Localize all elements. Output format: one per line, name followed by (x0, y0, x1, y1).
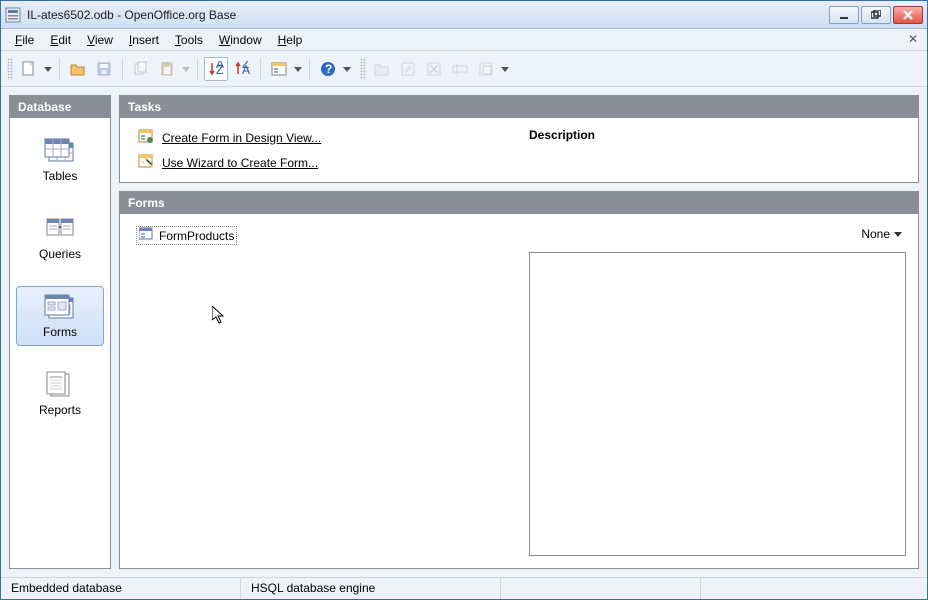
app-window: IL-ates6502.odb - OpenOffice.org Base Fi… (0, 0, 928, 600)
forms-list[interactable]: FormProducts (120, 214, 529, 568)
task-link-label: Create Form in Design View... (162, 131, 321, 145)
menubar: File Edit View Insert Tools Window Help … (1, 29, 927, 51)
titlebar: IL-ates6502.odb - OpenOffice.org Base (1, 1, 927, 29)
tasks-heading: Tasks (120, 96, 918, 118)
menu-insert[interactable]: Insert (121, 31, 167, 49)
separator (122, 58, 123, 80)
menu-tools[interactable]: Tools (167, 31, 211, 49)
separator (309, 58, 310, 80)
separator (260, 58, 261, 80)
svg-text:?: ? (325, 62, 332, 76)
forms-icon (43, 293, 77, 321)
sort-desc-button[interactable]: ZA (230, 57, 254, 81)
chevron-down-icon (894, 227, 902, 241)
window-controls (829, 6, 923, 24)
status-engine: HSQL database engine (241, 578, 501, 599)
preview-box (529, 252, 906, 556)
menu-view[interactable]: View (79, 31, 121, 49)
form-item[interactable]: FormProducts (136, 226, 237, 245)
copy-button[interactable] (129, 57, 153, 81)
sidebar-item-queries[interactable]: Queries (16, 208, 104, 268)
svg-text:Z: Z (216, 63, 223, 77)
menu-edit[interactable]: Edit (42, 31, 79, 49)
mdi-close-icon[interactable]: ✕ (905, 31, 921, 47)
menu-window[interactable]: Window (211, 31, 270, 49)
window-title: IL-ates6502.odb - OpenOffice.org Base (27, 8, 829, 22)
separator (197, 58, 198, 80)
new-dropdown[interactable] (43, 65, 53, 73)
toolbar-grip (7, 58, 13, 80)
sidebar-item-forms[interactable]: Forms (16, 286, 104, 346)
paste-button[interactable] (155, 57, 179, 81)
separator (59, 58, 60, 80)
main-column: Tasks Create Form in Design View... (119, 95, 919, 569)
new-folder-button[interactable] (474, 57, 498, 81)
paste-dropdown[interactable] (181, 65, 191, 73)
preview-pane: None (529, 214, 918, 568)
sidebar-item-reports[interactable]: Reports (16, 364, 104, 424)
form-item-label: FormProducts (159, 229, 234, 243)
sidebar-item-label: Forms (43, 325, 77, 339)
reports-icon (43, 371, 77, 399)
queries-icon (43, 215, 77, 243)
database-sidebar: Database Tables Queries (9, 95, 111, 569)
preview-mode-button[interactable]: None (861, 227, 902, 241)
help-button[interactable]: ? (316, 57, 340, 81)
edit-form-button[interactable] (396, 57, 420, 81)
open-form-button[interactable] (370, 57, 394, 81)
status-empty-1 (501, 578, 701, 599)
description-label: Description (529, 128, 900, 142)
svg-text:A: A (242, 63, 250, 77)
preview-mode-label: None (861, 227, 890, 241)
task-use-wizard[interactable]: Use Wizard to Create Form... (138, 153, 509, 172)
toolbar-overflow[interactable] (500, 65, 510, 73)
tables-icon (43, 137, 77, 165)
app-icon (5, 7, 21, 23)
forms-panel: Forms FormProducts None (119, 191, 919, 569)
new-button[interactable] (17, 57, 41, 81)
form-dropdown[interactable] (293, 65, 303, 73)
form-button[interactable] (267, 57, 291, 81)
design-view-icon (138, 128, 154, 147)
toolbar: AZ ZA ? (1, 51, 927, 87)
tasks-description: Description (529, 128, 900, 172)
body-area: Database Tables Queries (1, 87, 927, 577)
task-create-design[interactable]: Create Form in Design View... (138, 128, 509, 147)
toolbar-grip (360, 58, 366, 80)
help-dropdown[interactable] (342, 65, 352, 73)
sidebar-heading: Database (10, 96, 110, 118)
save-button[interactable] (92, 57, 116, 81)
sidebar-item-label: Reports (39, 403, 81, 417)
sidebar-item-label: Tables (43, 169, 78, 183)
forms-heading: Forms (120, 192, 918, 214)
sidebar-item-tables[interactable]: Tables (16, 130, 104, 190)
wizard-icon (138, 153, 154, 172)
menu-help[interactable]: Help (270, 31, 311, 49)
status-empty-2 (701, 578, 928, 599)
form-icon (139, 227, 153, 244)
menu-file[interactable]: File (7, 31, 42, 49)
tasks-panel: Tasks Create Form in Design View... (119, 95, 919, 183)
sort-asc-button[interactable]: AZ (204, 57, 228, 81)
task-link-label: Use Wizard to Create Form... (162, 156, 318, 170)
maximize-button[interactable] (861, 6, 891, 24)
sidebar-item-label: Queries (39, 247, 81, 261)
delete-form-button[interactable] (422, 57, 446, 81)
statusbar: Embedded database HSQL database engine (1, 577, 927, 599)
status-db-type: Embedded database (1, 578, 241, 599)
tasks-links: Create Form in Design View... Use Wizard… (138, 128, 509, 172)
minimize-button[interactable] (829, 6, 859, 24)
rename-form-button[interactable] (448, 57, 472, 81)
open-button[interactable] (66, 57, 90, 81)
close-button[interactable] (893, 6, 923, 24)
